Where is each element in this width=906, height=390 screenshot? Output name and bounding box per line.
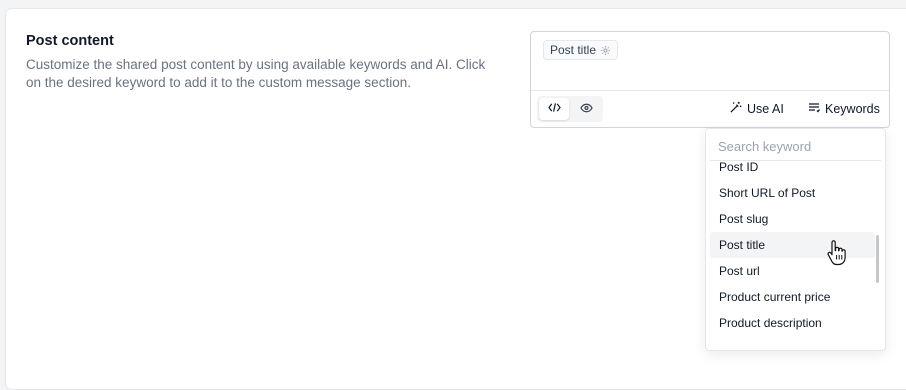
dropdown-scrollbar[interactable] (876, 235, 879, 283)
keyword-search-input[interactable] (710, 133, 881, 161)
keyword-list: Post ID Short URL of Post Post slug Post… (710, 161, 875, 336)
hand-cursor-icon (826, 239, 846, 272)
keyword-item[interactable]: Post url (710, 258, 875, 284)
editor-toolbar: Use AI Keywords (531, 90, 889, 127)
keyword-item[interactable]: Post ID (710, 161, 875, 180)
keyword-item[interactable]: Post slug (710, 206, 875, 232)
settings-icon[interactable] (600, 45, 611, 56)
message-editor[interactable]: Post title Use AI Keywords (530, 31, 890, 128)
preview-mode-button[interactable] (571, 98, 601, 120)
keywords-button[interactable]: Keywords (808, 99, 880, 119)
magic-wand-icon (729, 101, 742, 117)
keyword-chip-post-title[interactable]: Post title (543, 40, 619, 60)
section-title: Post content (26, 33, 114, 49)
code-mode-button[interactable] (539, 98, 569, 120)
keyword-item[interactable]: Short URL of Post (710, 180, 875, 206)
section-description: Customize the shared post content by usi… (26, 57, 486, 90)
use-ai-button[interactable]: Use AI (729, 99, 784, 119)
eye-icon (579, 100, 593, 118)
keyword-dropdown: Post ID Short URL of Post Post slug Post… (705, 128, 886, 351)
use-ai-label: Use AI (747, 102, 784, 116)
keyword-item[interactable]: Product current price (710, 284, 875, 310)
mode-switch (537, 96, 603, 122)
keyword-item[interactable]: Product description (710, 310, 875, 336)
code-icon (547, 100, 561, 118)
keyword-item-hovered[interactable]: Post title (710, 232, 875, 258)
chip-label: Post title (550, 43, 597, 57)
keywords-label: Keywords (825, 102, 880, 116)
list-icon (808, 102, 821, 116)
editor-content-area[interactable]: Post title (531, 32, 889, 90)
